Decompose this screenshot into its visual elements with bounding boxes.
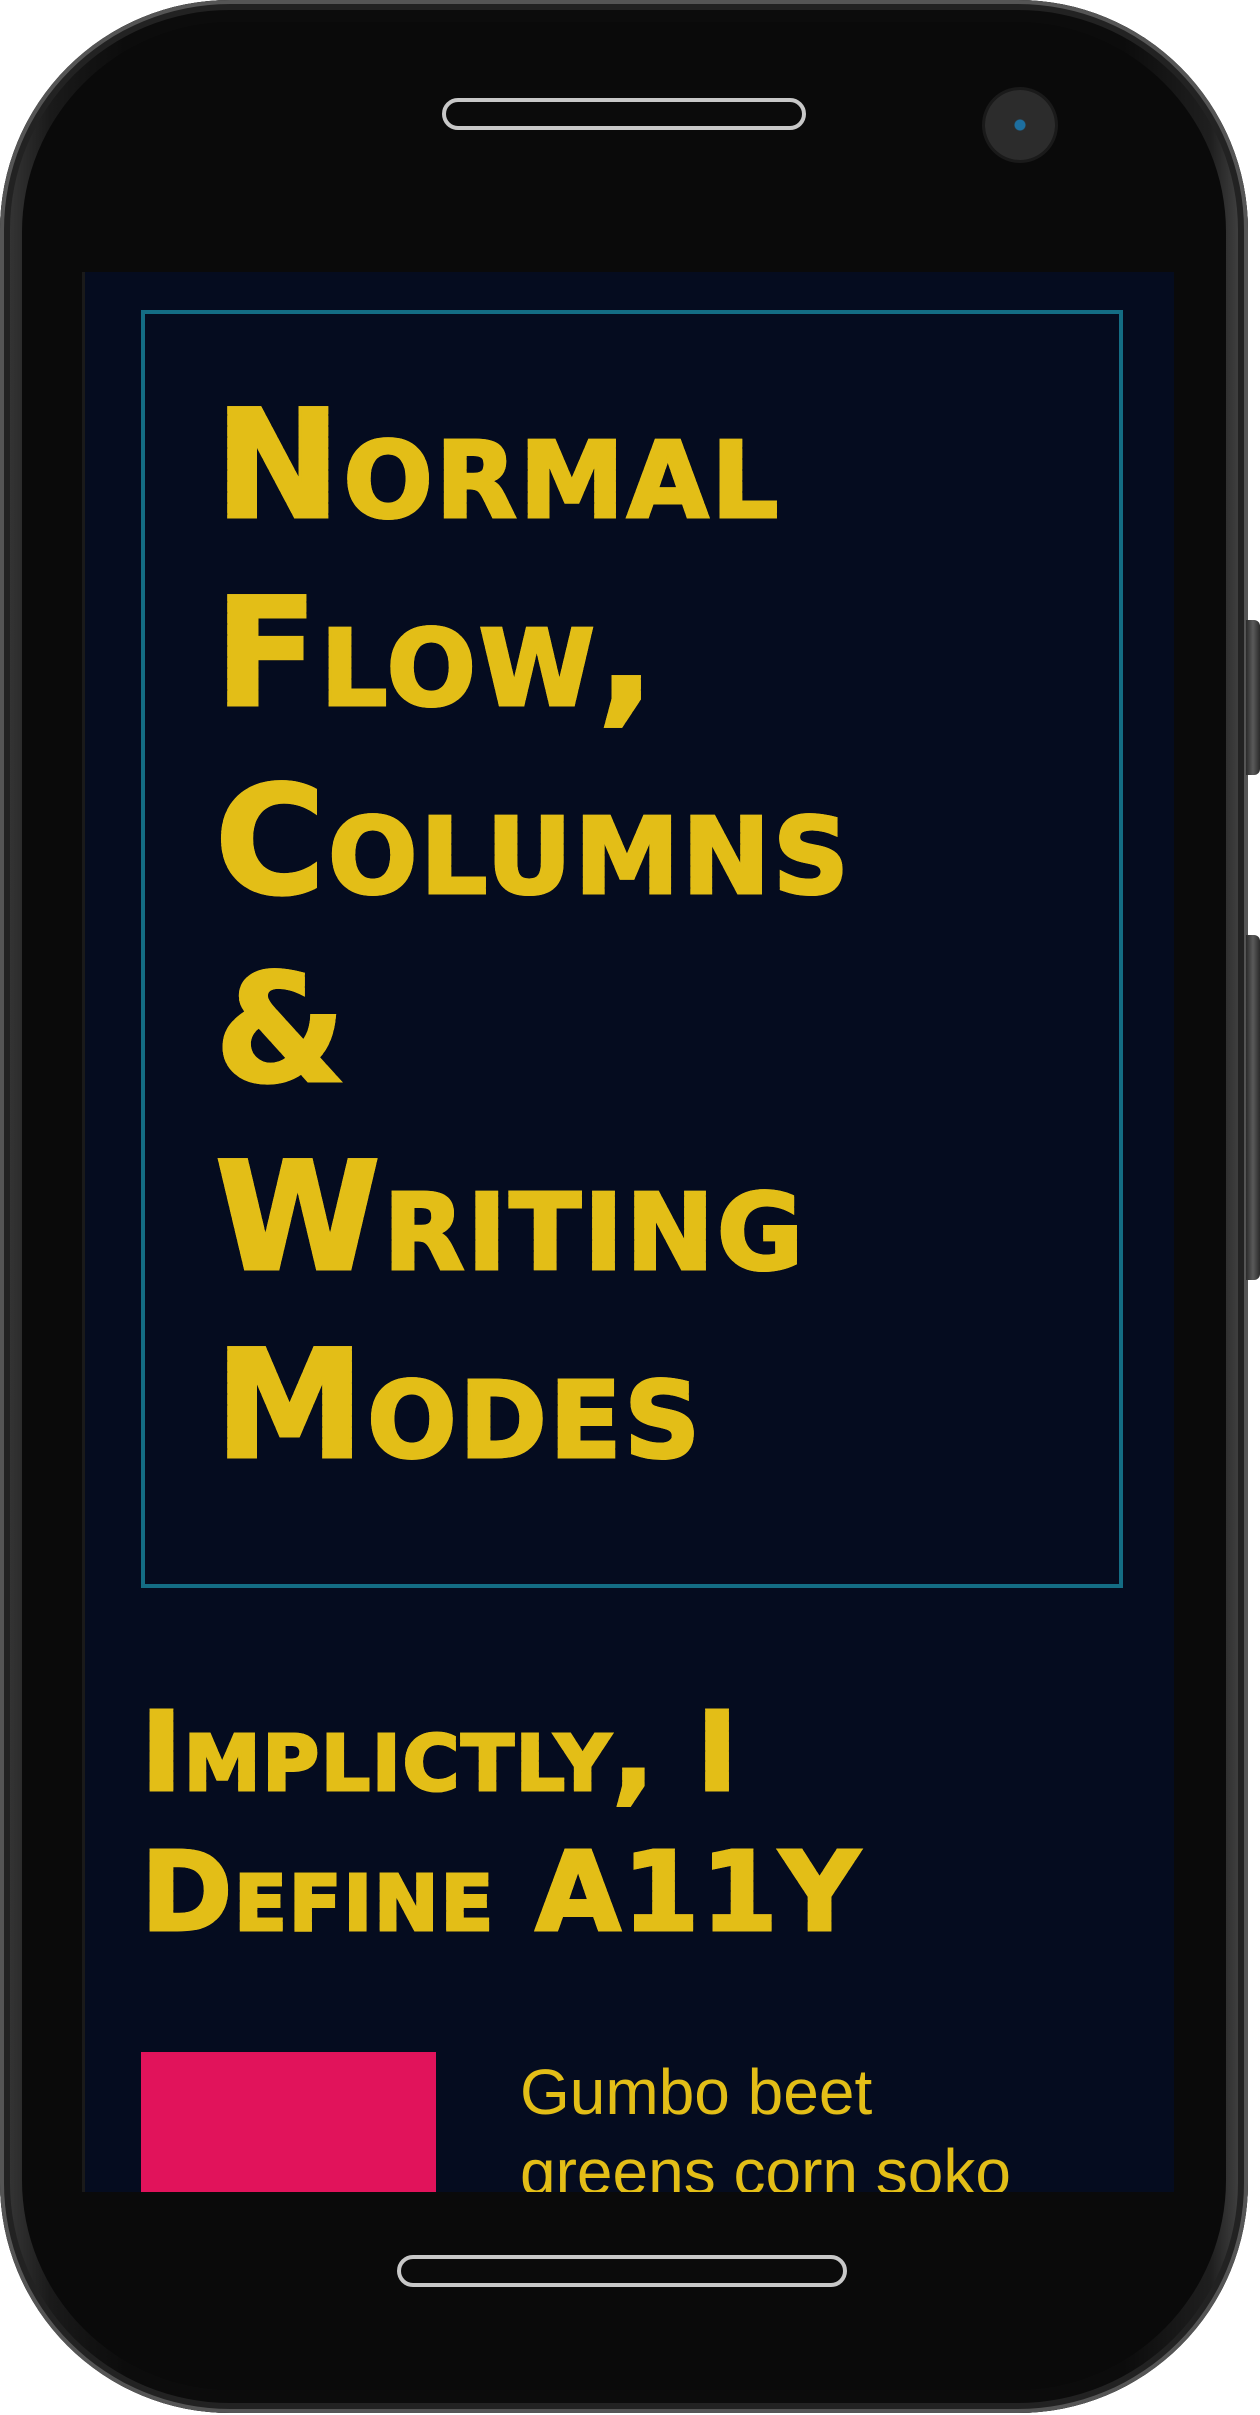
front-camera-icon [985,90,1055,160]
phone-screen[interactable]: Normal Flow, Columns & Writing Modes Imp… [82,272,1174,2192]
color-block [141,2052,436,2192]
body-line: greens corn soko [520,2136,1011,2192]
hero-title-line: Flow, [214,566,658,743]
section-title: Implictly, I Define A11Y [140,1682,1141,1962]
section-title-line: Define A11Y [140,1827,862,1958]
hero-title-line: Modes [214,1318,704,1495]
hero-title-line: & [214,942,349,1119]
body-paragraph: Gumbo beet greens corn soko [520,2052,1160,2192]
hero-title-line: Writing [214,1130,807,1307]
phone-device: Normal Flow, Columns & Writing Modes Imp… [0,0,1260,2415]
body-line: Gumbo beet [520,2056,873,2128]
volume-button[interactable] [1246,620,1260,775]
hero-title-line: Columns [214,754,852,931]
hero-title: Normal Flow, Columns & Writing Modes [214,372,1115,1500]
hero-title-line: Normal [214,378,782,555]
power-button[interactable] [1246,935,1260,1280]
section-title-line: Implictly, I [140,1687,740,1818]
home-bar-icon[interactable] [397,2255,847,2287]
speaker-grille-icon [442,98,806,130]
